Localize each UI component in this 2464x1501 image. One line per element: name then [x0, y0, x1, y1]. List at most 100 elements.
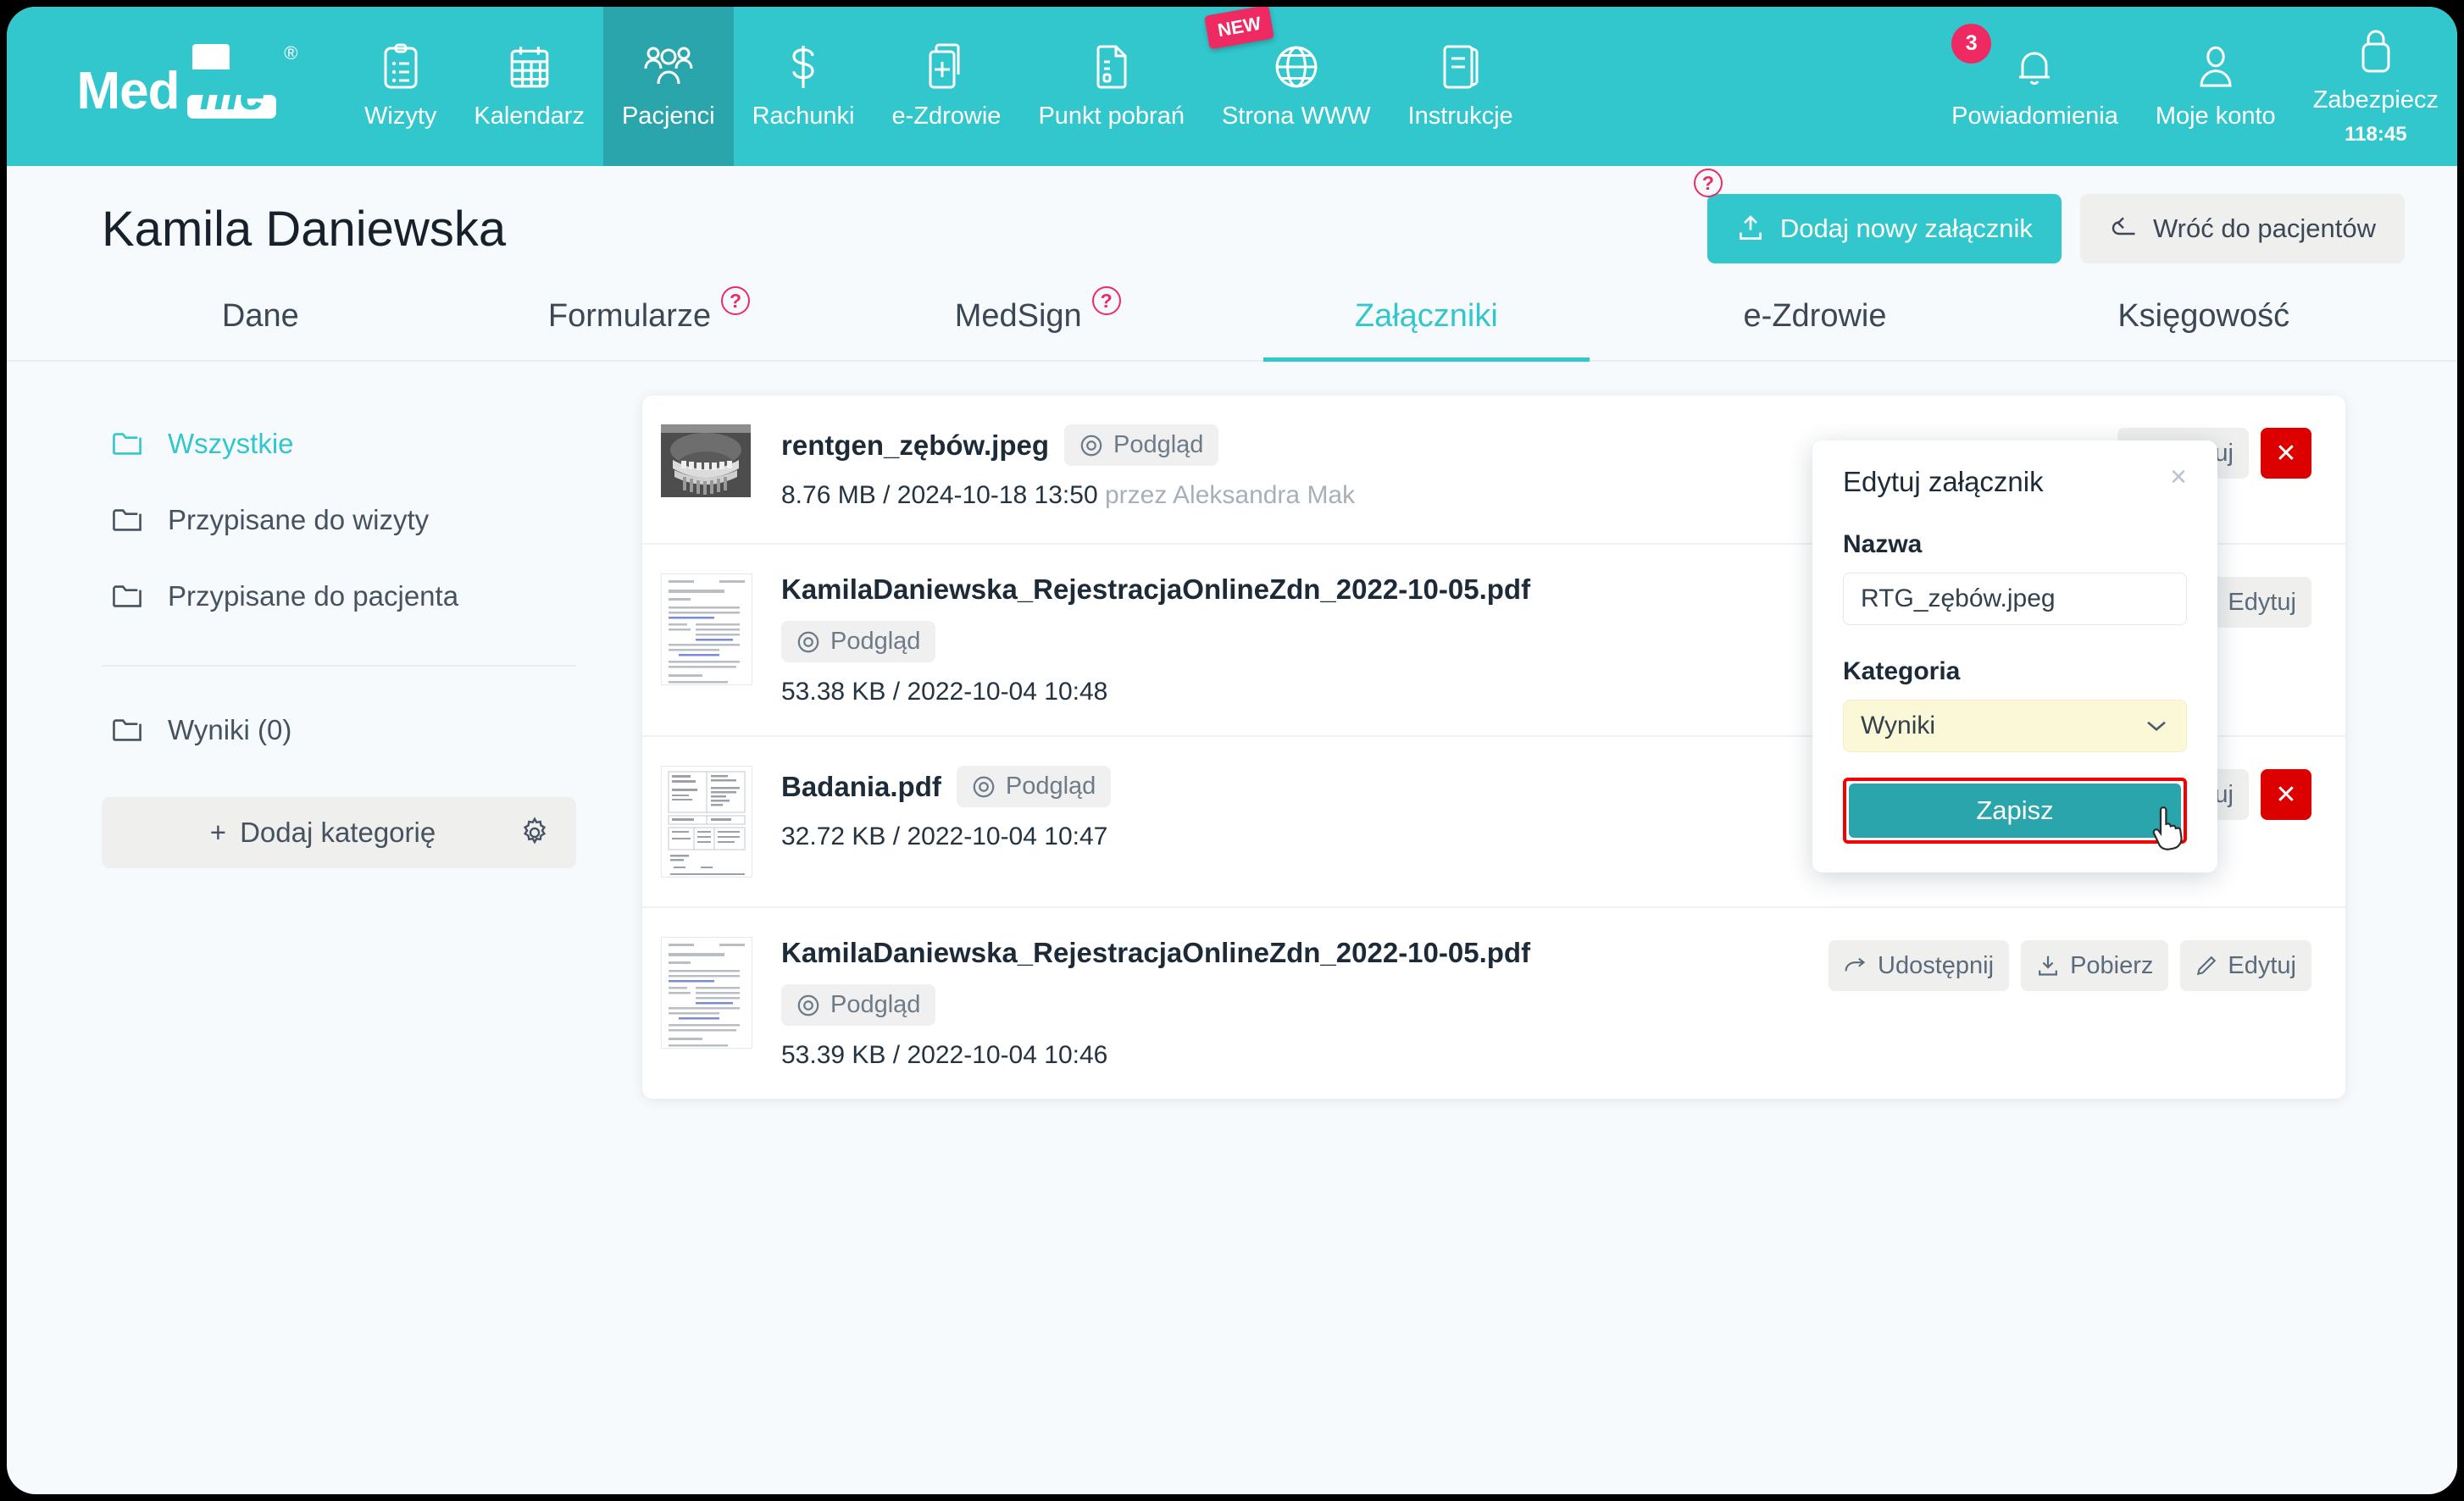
- add-attachment-button[interactable]: Dodaj nowy załącznik: [1706, 194, 2062, 263]
- share-button[interactable]: Udostępnij: [1829, 940, 2010, 991]
- close-icon[interactable]: ×: [2170, 462, 2187, 491]
- share-icon: [1844, 955, 1867, 976]
- sidebar-item-wyniki[interactable]: Wyniki (0): [102, 692, 576, 768]
- preview-label: Podgląd: [1113, 431, 1204, 458]
- tab-e-zdrowie[interactable]: e-Zdrowie: [1621, 298, 2010, 360]
- edit-button[interactable]: Edytuj: [2180, 940, 2311, 991]
- file-date: 2022-10-04 10:46: [907, 1041, 1108, 1069]
- save-button[interactable]: Zapisz: [1849, 784, 2181, 838]
- category-select[interactable]: Wyniki: [1843, 700, 2187, 752]
- tab-label: Księgowość: [2117, 298, 2290, 334]
- edit-attachment-dialog: Edytuj załącznik × Nazwa Kategoria Wynik…: [1812, 440, 2217, 872]
- upload-icon: [1736, 214, 1765, 243]
- file-thumbnail-lab-result[interactable]: [661, 766, 752, 878]
- folder-icon: [112, 431, 142, 457]
- preview-button[interactable]: Podgląd: [956, 766, 1112, 807]
- file-thumbnail-document[interactable]: [661, 573, 752, 685]
- patient-tabs: Dane Formularze ? MedSign ? Załączniki e…: [7, 286, 2457, 362]
- sidebar-item-label: Wszystkie: [168, 428, 294, 459]
- file-thumbnail-xray[interactable]: [661, 424, 752, 499]
- eye-icon: [796, 630, 820, 654]
- eye-icon: [1079, 434, 1103, 457]
- file-date: 2022-10-04 10:48: [907, 678, 1108, 706]
- preview-button[interactable]: Podgląd: [1063, 424, 1219, 466]
- add-category-button[interactable]: + Dodaj kategorię: [102, 797, 576, 868]
- nav-item-strona-www[interactable]: NEW Strona WWW: [1203, 7, 1390, 166]
- registered-mark: ®: [284, 42, 298, 64]
- nav-items: Wizyty Kalendarz Pacjenci Rachunki e-Zdr…: [346, 7, 2457, 166]
- lock-icon: [2358, 27, 2394, 75]
- nav-label: Instrukcje: [1407, 102, 1513, 130]
- preview-label: Podgląd: [830, 991, 921, 1018]
- tab-formularze[interactable]: Formularze ?: [455, 286, 844, 360]
- nav-item-pacjenci[interactable]: Pacjenci: [602, 7, 734, 166]
- tab-zalaczniki[interactable]: Załączniki: [1232, 298, 1621, 362]
- share-label: Udostępnij: [1878, 951, 1995, 979]
- back-label: Wróć do pacjentów: [2152, 213, 2376, 243]
- folder-icon: [112, 507, 142, 533]
- nav-item-punkt-pobran[interactable]: Punkt pobrań: [1019, 7, 1203, 166]
- globe-icon: [1274, 43, 1319, 91]
- file-meta: KamilaDaniewska_RejestracjaOnlineZdn_202…: [781, 937, 1829, 1070]
- nav-item-e-zdrowie[interactable]: e-Zdrowie: [874, 7, 1020, 166]
- tab-label: Załączniki: [1354, 298, 1498, 334]
- nav-item-wizyty[interactable]: Wizyty: [346, 7, 455, 166]
- preview-button[interactable]: Podgląd: [781, 621, 936, 662]
- file-name: Badania.pdf: [781, 770, 941, 802]
- file-thumbnail-document[interactable]: [661, 937, 752, 1049]
- book-icon: [1441, 43, 1480, 91]
- calendar-icon: [508, 43, 551, 91]
- nav-label: Punkt pobrań: [1038, 102, 1185, 130]
- close-icon: ✕: [2275, 780, 2297, 809]
- name-input[interactable]: [1843, 573, 2187, 625]
- nav-item-moje-konto[interactable]: Moje konto: [2137, 7, 2295, 166]
- nav-label: Kalendarz: [474, 102, 585, 130]
- tab-dane[interactable]: Dane: [66, 298, 455, 360]
- sidebar-item-wszystkie[interactable]: Wszystkie: [102, 406, 576, 482]
- header-actions: ? Dodaj nowy załącznik Wróć do pacjentów: [1693, 169, 2405, 263]
- nav-item-powiadomienia[interactable]: 3 Powiadomienia: [1933, 7, 2137, 166]
- delete-button[interactable]: ✕: [2261, 428, 2311, 479]
- eye-icon: [972, 775, 996, 799]
- test-tube-icon: [1093, 43, 1130, 91]
- nav-item-kalendarz[interactable]: Kalendarz: [455, 7, 603, 166]
- nav-item-zabezpiecz[interactable]: Zabezpiecz 118:45: [2295, 7, 2457, 166]
- tab-label: Dane: [221, 298, 299, 334]
- gear-icon[interactable]: [519, 817, 551, 849]
- file-size: 53.39 KB: [781, 1041, 886, 1069]
- help-icon[interactable]: ?: [721, 286, 751, 315]
- add-attachment-label: Dodaj nowy załącznik: [1779, 213, 2033, 243]
- download-button[interactable]: Pobierz: [2021, 940, 2169, 991]
- sidebar-item-przypisane-do-wizyty[interactable]: Przypisane do wizyty: [102, 482, 576, 558]
- file-size: 32.72 KB: [781, 823, 886, 850]
- brand-logo[interactable]: Med ® file: [7, 7, 346, 166]
- eye-icon: [796, 994, 820, 1017]
- back-to-patients-button[interactable]: Wróć do pacjentów: [2079, 194, 2405, 263]
- nav-item-instrukcje[interactable]: Instrukcje: [1390, 7, 1532, 166]
- file-uploaded-by: przez Aleksandra Mak: [1104, 481, 1356, 509]
- tab-medsign[interactable]: MedSign ?: [843, 286, 1232, 360]
- file-plus-icon: [927, 43, 966, 91]
- preview-button[interactable]: Podgląd: [781, 984, 936, 1026]
- pencil-icon: [2195, 955, 2217, 977]
- category-field-label: Kategoria: [1843, 657, 1961, 685]
- nav-item-rachunki[interactable]: Rachunki: [734, 7, 874, 166]
- preview-label: Podgląd: [830, 628, 921, 655]
- dialog-header: Edytuj załącznik ×: [1843, 462, 2187, 498]
- folder-icon: [112, 584, 142, 609]
- tab-ksiegowosc[interactable]: Księgowość: [2009, 298, 2398, 360]
- nav-label: Wizyty: [364, 102, 437, 130]
- delete-button[interactable]: ✕: [2261, 769, 2311, 820]
- nav-label: Powiadomienia: [1951, 102, 2118, 130]
- file-name: KamilaDaniewska_RejestracjaOnlineZdn_202…: [781, 937, 1531, 968]
- folder-icon: [112, 717, 142, 743]
- separator: /: [892, 678, 901, 706]
- plus-icon: +: [209, 817, 227, 848]
- sidebar-item-przypisane-do-pacjenta[interactable]: Przypisane do pacjenta: [102, 558, 576, 634]
- tab-label: Formularze: [547, 298, 712, 334]
- download-icon: [2036, 954, 2060, 978]
- help-icon[interactable]: ?: [1693, 169, 1723, 197]
- sidebar-item-label: Przypisane do wizyty: [168, 504, 430, 535]
- main-navbar: Med ® file Wizyty Kalendarz Pacjenci Rac…: [7, 7, 2457, 166]
- help-icon[interactable]: ?: [1091, 286, 1121, 315]
